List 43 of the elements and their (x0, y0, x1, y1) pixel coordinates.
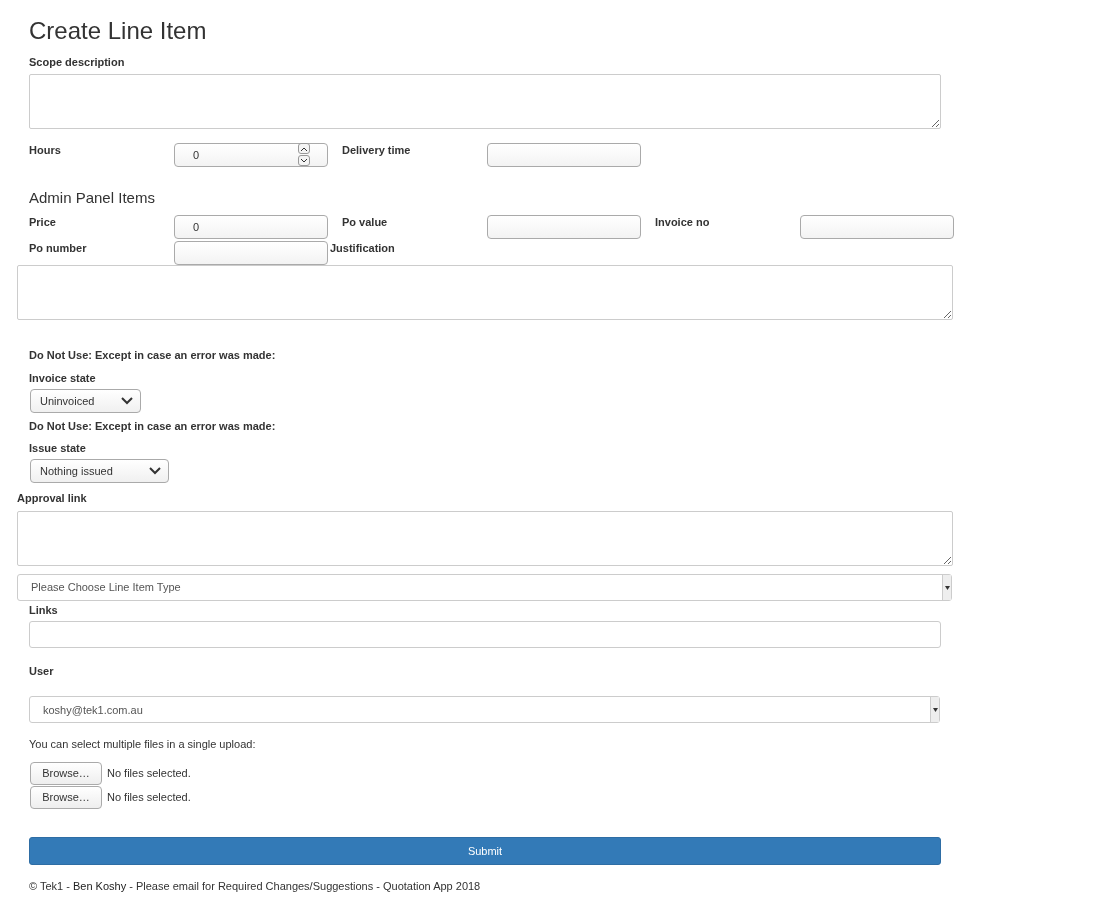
field-label: Issue state (29, 441, 87, 456)
input-field[interactable] (487, 215, 641, 240)
section-heading: Admin Panel Items (29, 189, 156, 208)
field-label: Invoice no (655, 215, 711, 230)
field-label: User (29, 664, 55, 679)
warning-text: Do Not Use: Except in case an error was made: (29, 418, 277, 434)
help-text: You can select multiple files in a single upload: (29, 737, 257, 752)
field-label: Links (29, 602, 59, 618)
input-field[interactable]: 0 (174, 215, 328, 240)
file-status: No files selected. (107, 790, 191, 805)
input-field[interactable] (174, 241, 328, 266)
file-status: No files selected. (107, 766, 191, 781)
author-link[interactable]: Ben Koshy (73, 879, 127, 892)
field-label: Justification (330, 241, 395, 256)
spin-down-icon[interactable] (298, 155, 310, 167)
chevron-icon (149, 467, 161, 476)
field-label: Invoice state (29, 370, 97, 385)
browse-button[interactable]: Browse… (30, 785, 102, 809)
footer-text: © Tek1 - Ben Koshy - Please email for Required Changes/Suggestions - Quotation App 2018 (29, 878, 482, 893)
text-area[interactable] (17, 265, 953, 321)
field-label: Po number (29, 241, 88, 256)
field-label: Po value (342, 215, 389, 230)
field-label: Delivery time (342, 143, 412, 158)
select-field[interactable]: Uninvoiced (30, 388, 141, 413)
field-label: Hours (29, 143, 62, 158)
select-field[interactable]: Nothing issued (30, 459, 169, 484)
chevron-icon (121, 396, 133, 405)
spin-up-icon[interactable] (298, 143, 310, 155)
input-field[interactable] (29, 621, 941, 649)
browse-button[interactable]: Browse… (30, 761, 102, 785)
field-label: Price (29, 215, 57, 230)
select-field[interactable]: koshy@tek1.com.au (29, 696, 940, 724)
warning-text: Do Not Use: Except in case an error was made: (29, 348, 277, 363)
text-area[interactable] (29, 74, 941, 130)
page-title: Create Line Item (29, 16, 208, 46)
input-field[interactable] (800, 215, 954, 240)
input-field[interactable]: 0 (174, 143, 328, 168)
submit-button[interactable]: Submit (29, 836, 941, 865)
field-label: Scope description (29, 55, 126, 70)
select-field[interactable]: Please Choose Line Item Type (17, 573, 952, 601)
text-area[interactable] (17, 510, 953, 566)
input-field[interactable] (487, 143, 641, 168)
field-label: Approval link (17, 491, 88, 506)
